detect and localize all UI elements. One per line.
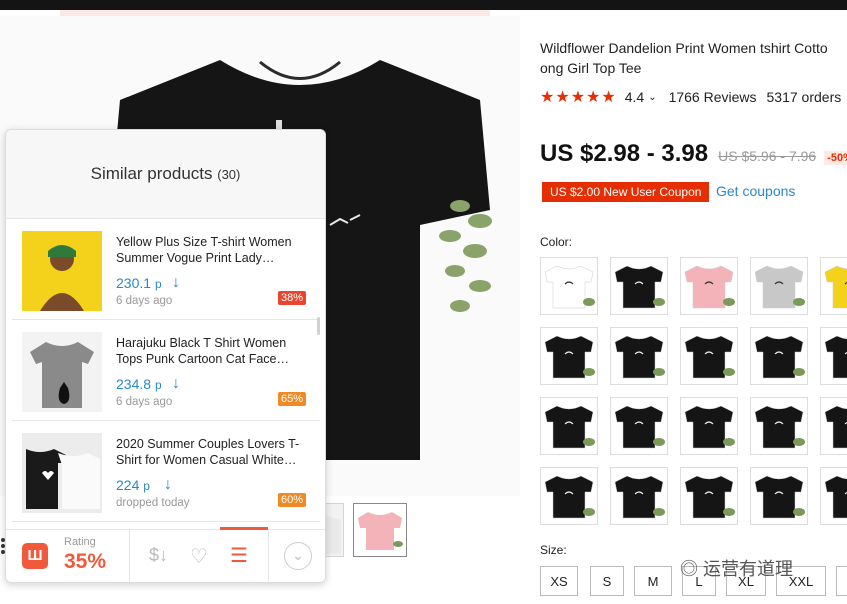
price-down-icon: ↓ — [172, 274, 180, 291]
rating-stars-icon: ★★★★★ — [540, 89, 617, 106]
color-swatch[interactable] — [540, 327, 598, 385]
discount-badge: 60% — [277, 493, 306, 507]
price-down-icon: ↓ — [164, 476, 172, 493]
top-bar — [0, 0, 847, 10]
chevron-down-icon[interactable]: ⌄ — [648, 92, 656, 103]
watermark: ◎ 运营有道理 — [680, 559, 794, 579]
color-swatch[interactable] — [750, 397, 808, 455]
price: US $2.98 - 3.98 — [540, 140, 709, 167]
popup-header: Similar products (30) — [6, 130, 325, 219]
list-scrollbar[interactable] — [317, 317, 320, 335]
color-swatch[interactable] — [680, 397, 738, 455]
item-date: 6 days ago — [116, 295, 173, 307]
item-price: 230.1 р — [116, 275, 162, 291]
item-title[interactable]: Yellow Plus Size T-shirt Women Summer Vo… — [116, 234, 306, 266]
size-option-xs[interactable]: XS — [540, 566, 578, 596]
size-option-m[interactable]: M — [634, 566, 672, 596]
popup-title: Similar products (30) — [90, 164, 241, 183]
rating-row: ★★★★★ 4.4 ⌄ 1766 Reviews 5317 orders — [540, 88, 841, 106]
color-swatch[interactable] — [750, 467, 808, 525]
color-swatch[interactable] — [680, 257, 738, 315]
color-swatch[interactable] — [610, 257, 668, 315]
leaves-decoration — [439, 200, 492, 312]
footer-divider — [268, 530, 269, 582]
list-item[interactable]: Harajuku Black T Shirt Women Tops Punk C… — [12, 320, 320, 421]
reviews-count[interactable]: 1766 Reviews — [669, 89, 757, 105]
color-swatch[interactable] — [750, 257, 808, 315]
color-swatch[interactable] — [820, 257, 847, 315]
product-thumbnail[interactable] — [22, 332, 102, 412]
price-row: US $2.98 - 3.98 US $5.96 - 7.96 -50% — [540, 140, 847, 170]
product-thumbnail-pink[interactable] — [353, 503, 407, 557]
color-label: Color: — [540, 235, 573, 249]
item-price: 234.8 р — [116, 376, 162, 392]
rating-value[interactable]: 4.4 — [625, 89, 644, 105]
color-swatch[interactable] — [610, 397, 668, 455]
list-item[interactable]: 2020 Summer Couples Lovers T-Shirt for W… — [12, 421, 320, 522]
size-option-more[interactable] — [836, 566, 847, 596]
similar-products-popup: Similar products (30) Yellow Plus Size T… — [5, 129, 326, 583]
color-swatch[interactable] — [680, 327, 738, 385]
product-thumbnail[interactable] — [22, 433, 102, 513]
heart-icon[interactable]: ♡ — [190, 544, 208, 569]
color-swatch[interactable] — [680, 467, 738, 525]
item-date: 6 days ago — [116, 396, 173, 408]
item-title[interactable]: Harajuku Black T Shirt Women Tops Punk C… — [116, 335, 306, 367]
extension-logo-icon[interactable]: Ш — [22, 543, 48, 569]
discount-badge: 38% — [277, 291, 306, 305]
rating-label: Rating — [64, 536, 96, 548]
color-swatch[interactable] — [540, 257, 598, 315]
orders-count: 5317 orders — [766, 89, 842, 105]
rating-percentage: 35% — [64, 550, 107, 573]
color-swatch[interactable] — [750, 327, 808, 385]
discount-badge: -50% — [824, 151, 847, 165]
color-swatch[interactable] — [820, 327, 847, 385]
new-user-coupon[interactable]: US $2.00 New User Coupon — [542, 182, 710, 202]
item-date: dropped today — [116, 497, 190, 509]
popup-count: (30) — [217, 167, 241, 182]
item-title[interactable]: 2020 Summer Couples Lovers T-Shirt for W… — [116, 436, 306, 468]
list-icon[interactable]: ☰ — [230, 543, 248, 568]
product-thumbnail[interactable] — [22, 231, 102, 311]
size-label: Size: — [540, 543, 567, 557]
price-down-icon: ↓ — [172, 375, 180, 392]
color-swatch[interactable] — [610, 467, 668, 525]
color-swatch[interactable] — [820, 397, 847, 455]
footer-divider — [129, 530, 130, 582]
size-option-s[interactable]: S — [590, 566, 624, 596]
drag-handle-icon[interactable] — [0, 536, 6, 566]
similar-products-list[interactable]: Yellow Plus Size T-shirt Women Summer Vo… — [6, 219, 325, 529]
color-swatch[interactable] — [540, 467, 598, 525]
get-coupons-link[interactable]: Get coupons — [716, 183, 795, 199]
wechat-icon: ◎ — [680, 559, 704, 579]
product-title: Wildflower Dandelion Print Women tshirt … — [540, 40, 828, 76]
old-price: US $5.96 - 7.96 — [718, 148, 817, 164]
active-tab-indicator — [220, 527, 268, 530]
chevron-down-icon[interactable]: ⌄ — [284, 542, 312, 570]
price-sort-icon[interactable]: $↓ — [149, 545, 168, 566]
color-swatch[interactable] — [820, 467, 847, 525]
color-swatch[interactable] — [540, 397, 598, 455]
list-item[interactable]: Yellow Plus Size T-shirt Women Summer Vo… — [12, 219, 320, 320]
popup-footer: Ш Rating 35% $↓ ♡ ☰ ⌄ — [6, 527, 325, 582]
discount-badge: 65% — [277, 392, 306, 406]
color-swatch[interactable] — [610, 327, 668, 385]
